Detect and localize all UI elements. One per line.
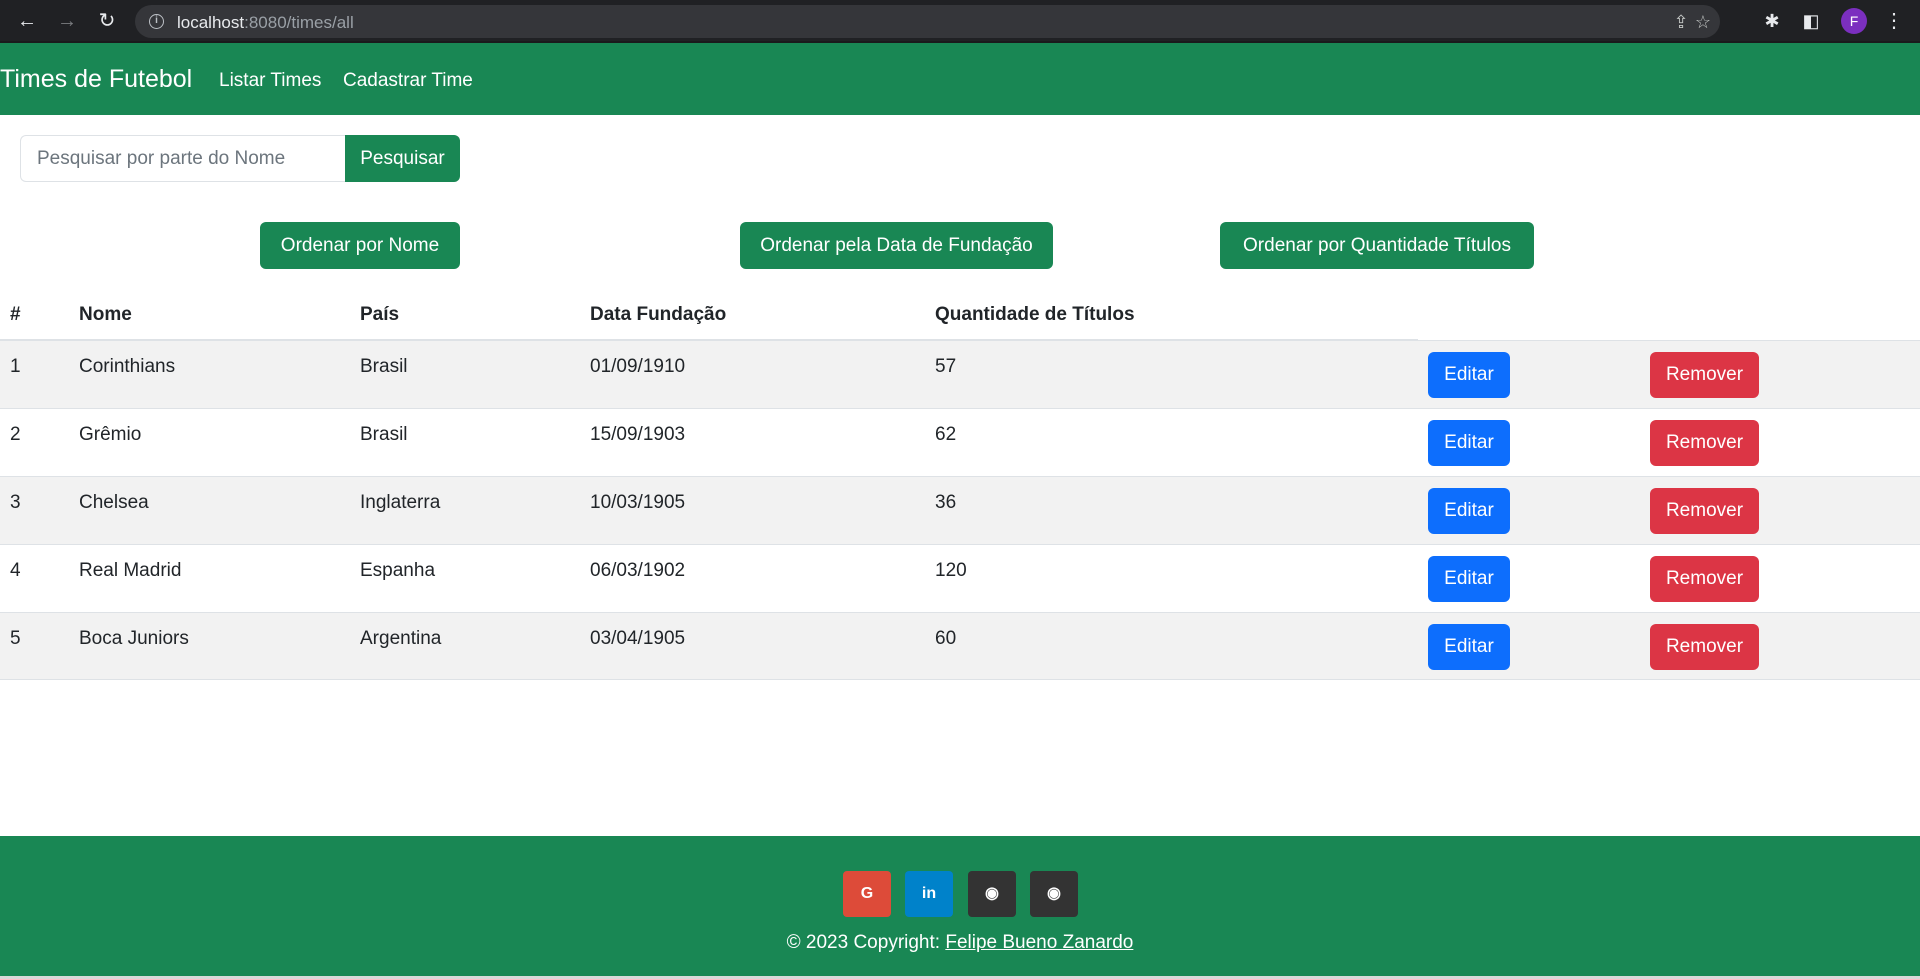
cell-pais: Inglaterra: [360, 492, 441, 513]
github-glyph: ◉: [1047, 885, 1061, 902]
linkedin-icon[interactable]: in: [905, 871, 953, 917]
cell-nome: Corinthians: [79, 356, 176, 377]
url-text[interactable]: localhost:8080/times/all: [177, 13, 354, 33]
author-link[interactable]: Felipe Bueno Zanardo: [945, 932, 1133, 953]
url-path: :8080/times/all: [244, 13, 354, 32]
cell-titulos: 36: [935, 492, 957, 513]
cell-id: 5: [10, 628, 21, 649]
cell-data-fundacao: 03/04/1905: [590, 628, 686, 649]
sort-by-titles-button[interactable]: Ordenar por Quantidade Títulos: [1220, 222, 1534, 269]
address-bar[interactable]: i localhost:8080/times/all ⇪ ☆: [135, 5, 1720, 38]
site-info-icon[interactable]: i: [149, 14, 164, 29]
copyright-text: © 2023 Copyright: Felipe Bueno Zanardo: [0, 932, 1920, 954]
cell-id: 3: [10, 492, 21, 513]
bookmark-star-icon[interactable]: ☆: [1693, 12, 1713, 32]
url-host: localhost: [177, 13, 245, 32]
cell-pais: Argentina: [360, 628, 442, 649]
copyright-prefix: © 2023 Copyright:: [786, 932, 946, 953]
github-glyph: ◉: [985, 885, 999, 902]
remove-button[interactable]: Remover: [1650, 420, 1759, 466]
google-glyph: G: [860, 885, 874, 902]
cell-titulos: 62: [935, 424, 957, 445]
search-button[interactable]: Pesquisar: [345, 135, 460, 182]
cell-data-fundacao: 01/09/1910: [590, 356, 686, 377]
cell-nome: Grêmio: [79, 424, 142, 445]
cell-nome: Real Madrid: [79, 560, 182, 581]
cell-pais: Brasil: [360, 424, 408, 445]
cell-titulos: 57: [935, 356, 957, 377]
cell-data-fundacao: 15/09/1903: [590, 424, 686, 445]
navbar-brand[interactable]: Times de Futebol: [0, 65, 192, 94]
column-header-quantidade-titulos: Quantidade de Títulos: [935, 304, 1135, 325]
edit-button[interactable]: Editar: [1428, 488, 1510, 534]
share-icon[interactable]: ⇪: [1671, 12, 1691, 32]
cell-id: 4: [10, 560, 21, 581]
google-icon[interactable]: G: [843, 871, 891, 917]
extensions-icon[interactable]: ✱: [1761, 10, 1783, 32]
sort-by-foundation-date-button[interactable]: Ordenar pela Data de Fundação: [740, 222, 1053, 269]
remove-button[interactable]: Remover: [1650, 488, 1759, 534]
cell-pais: Brasil: [360, 356, 408, 377]
side-panel-icon[interactable]: ◧: [1800, 10, 1822, 32]
footer: G in ◉ ◉ © 2023 Copyright: Felipe Bueno …: [0, 836, 1920, 979]
table-row: 5 Boca Juniors Argentina 03/04/1905 60 E…: [0, 612, 1920, 680]
cell-id: 2: [10, 424, 21, 445]
reload-icon[interactable]: ↻: [94, 8, 120, 34]
table-row: 4 Real Madrid Espanha 06/03/1902 120 Edi…: [0, 544, 1920, 612]
nav-link-listar-times[interactable]: Listar Times: [219, 70, 321, 92]
column-header-data-fundacao: Data Fundação: [590, 304, 727, 325]
cell-data-fundacao: 06/03/1902: [590, 560, 686, 581]
github-icon[interactable]: ◉: [968, 871, 1016, 917]
linkedin-glyph: in: [921, 885, 937, 902]
cell-id: 1: [10, 356, 21, 377]
table-row: 3 Chelsea Inglaterra 10/03/1905 36 Edita…: [0, 476, 1920, 544]
cell-titulos: 120: [935, 560, 967, 581]
cell-pais: Espanha: [360, 560, 436, 581]
edit-button[interactable]: Editar: [1428, 420, 1510, 466]
github-icon[interactable]: ◉: [1030, 871, 1078, 917]
cell-nome: Chelsea: [79, 492, 149, 513]
column-header-nome: Nome: [79, 304, 132, 325]
remove-button[interactable]: Remover: [1650, 556, 1759, 602]
table-row: 2 Grêmio Brasil 15/09/1903 62 Editar Rem…: [0, 408, 1920, 476]
column-header-pais: País: [360, 304, 400, 325]
back-arrow-icon[interactable]: ←: [14, 8, 40, 34]
remove-button[interactable]: Remover: [1650, 624, 1759, 670]
edit-button[interactable]: Editar: [1428, 556, 1510, 602]
cell-titulos: 60: [935, 628, 957, 649]
sort-by-name-button[interactable]: Ordenar por Nome: [260, 222, 460, 269]
nav-link-cadastrar-time[interactable]: Cadastrar Time: [343, 70, 473, 92]
menu-kebab-icon[interactable]: ⋮: [1884, 8, 1904, 34]
profile-avatar[interactable]: F: [1841, 8, 1867, 34]
search-input[interactable]: [20, 135, 346, 182]
edit-button[interactable]: Editar: [1428, 352, 1510, 398]
edit-button[interactable]: Editar: [1428, 624, 1510, 670]
table-row: 1 Corinthians Brasil 01/09/1910 57 Edita…: [0, 340, 1920, 408]
top-navbar: Times de Futebol Listar Times Cadastrar …: [0, 43, 1920, 115]
cell-nome: Boca Juniors: [79, 628, 189, 649]
remove-button[interactable]: Remover: [1650, 352, 1759, 398]
column-header-id: #: [10, 304, 21, 325]
browser-toolbar: ← → ↻ i localhost:8080/times/all ⇪ ☆ ✱ ◧…: [0, 0, 1920, 43]
cell-data-fundacao: 10/03/1905: [590, 492, 686, 513]
forward-arrow-icon[interactable]: →: [54, 8, 80, 34]
